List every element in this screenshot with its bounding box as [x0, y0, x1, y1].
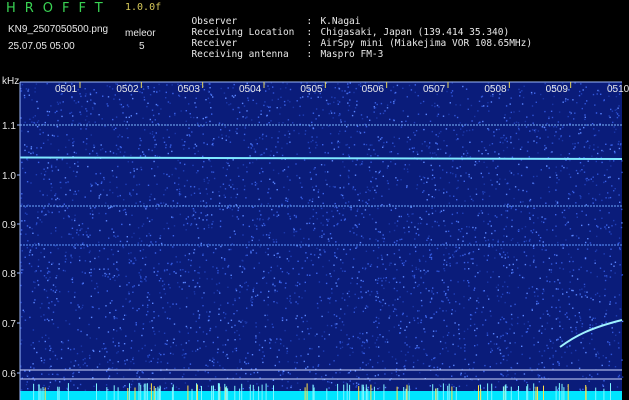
- info-value: Maspro FM-3: [320, 49, 384, 60]
- info-row-antenna: Receiving antenna: Maspro FM-3: [180, 38, 383, 60]
- file-name: KN9_2507050500.png: [8, 24, 109, 35]
- info-key: Receiving antenna: [191, 49, 289, 60]
- x-tick-label: 0508: [484, 84, 507, 95]
- spectrogram: kHz 1.1 1.0 0.9 0.8 0.7 0.6 0501 0502 0503 0504 0…: [0, 70, 629, 400]
- baseline-band: [20, 391, 622, 400]
- y-tick-label: 1.0: [2, 171, 16, 182]
- y-axis-unit: kHz: [2, 76, 19, 87]
- y-tick-label: 0.8: [2, 269, 16, 280]
- mode-value: 5: [139, 41, 145, 52]
- version-label: 1.0.0f: [125, 2, 162, 13]
- y-tick-label: 0.9: [2, 220, 16, 231]
- x-tick-label: 0510: [607, 84, 629, 95]
- y-tick-label: 0.7: [2, 319, 16, 330]
- x-tick-label: 0507: [423, 84, 446, 95]
- y-tick-label: 1.1: [2, 121, 16, 132]
- y-tick-label: 0.6: [2, 369, 16, 380]
- mode-label: meleor: [125, 28, 156, 39]
- x-tick-label: 0504: [239, 84, 262, 95]
- x-tick-label: 0505: [300, 84, 323, 95]
- app-title: HROFFT: [6, 1, 112, 16]
- timestamp: 25.07.05 05:00: [8, 41, 75, 52]
- x-tick-label: 0503: [178, 84, 201, 95]
- x-tick-label: 0501: [55, 84, 78, 95]
- x-tick-label: 0509: [546, 84, 569, 95]
- info-separator: :: [306, 49, 313, 60]
- spectrogram-background: [20, 82, 622, 400]
- x-tick-label: 0502: [116, 84, 139, 95]
- x-tick-label: 0506: [362, 84, 385, 95]
